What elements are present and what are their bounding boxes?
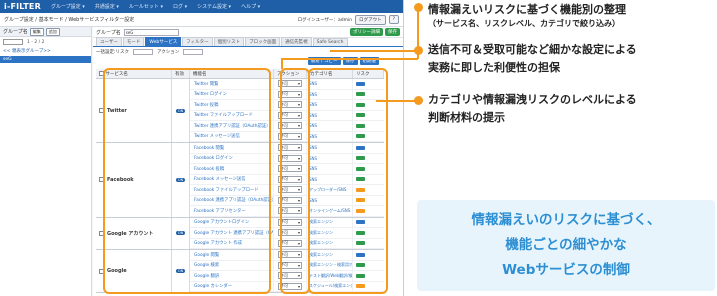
- sidebar-item-seg[interactable]: seG: [0, 56, 91, 63]
- product-logo: i-FILTER: [4, 2, 41, 11]
- annotation-2-line1: 送信不可＆受取可能など細かな設定による: [428, 43, 637, 56]
- menu-group-settings[interactable]: グループ設定 ▾: [51, 3, 85, 10]
- settings-tabs: ユーザー モード Webサービス フィルター 個別リスト ブロック画面 通信先監…: [93, 37, 403, 47]
- annotation-2: 送信不可＆受取可能など細かな設定による 実務に即した利便性の担保: [428, 41, 637, 77]
- annotation-1-subtitle: （サービス名、リスクレベル、カテゴリで絞り込み）: [428, 19, 620, 28]
- bulk-filter-row: 一括設定:リスク アクション: [93, 47, 403, 57]
- help-button[interactable]: ?: [388, 15, 399, 24]
- save-button[interactable]: 保存: [385, 28, 400, 36]
- sidebar-page-select[interactable]: [3, 39, 23, 45]
- sidebar-pager-row: 1 - 2 / 2: [0, 37, 91, 47]
- tab-block-screen[interactable]: ブロック画面: [245, 37, 281, 46]
- tab-destination-monitor[interactable]: 通信先監視: [281, 37, 312, 46]
- menu-system-settings[interactable]: システム設定 ▾: [197, 3, 231, 10]
- tab-web-service[interactable]: Webサービス: [145, 37, 182, 46]
- breadcrumb: グループ設定 / 基本モード / Webサービスフィルター設定: [4, 17, 135, 23]
- bulk-action-label: アクション: [157, 50, 180, 55]
- annotation-marker-1: [414, 3, 423, 12]
- sidebar-add-button[interactable]: 追加: [45, 27, 60, 36]
- sidebar-header: グループ名 編集 追加: [0, 27, 91, 37]
- leader-line-3: [376, 100, 417, 102]
- leader-line-2: [330, 50, 417, 52]
- bulk-risk-select[interactable]: [133, 49, 154, 55]
- login-user-label: ログインユーザー：admin: [297, 17, 353, 23]
- sidebar-edit-button[interactable]: 編集: [29, 27, 44, 36]
- top-navigation-bar: i-FILTER グループ設定 ▾ 共通設定 ▾ ルールセット ▾ ログ ▾ シ…: [0, 0, 403, 13]
- logout-button[interactable]: ログアウト: [355, 14, 386, 25]
- annotation-marker-2: [414, 46, 423, 55]
- sidebar-pager: 1 - 2 / 2: [27, 39, 45, 45]
- summary-callout: 情報漏えいのリスクに基づく、 機能ごとの細やかな Webサービスの制御: [417, 200, 715, 291]
- group-sidebar: グループ名 編集 追加 1 - 2 / 2 << 親表示グループ>> seG: [0, 27, 92, 296]
- bulk-action-select[interactable]: [183, 49, 204, 55]
- callout-line3: Webサービスの制御: [502, 262, 630, 278]
- leader-line-1-horizontal: [281, 58, 418, 60]
- menu-ruleset[interactable]: ルールセット ▾: [129, 3, 163, 10]
- tab-individual-list[interactable]: 個別リスト: [213, 37, 245, 46]
- tab-safe-search[interactable]: Safe Search: [312, 38, 348, 46]
- breadcrumb-row: グループ設定 / 基本モード / Webサービスフィルター設定 ログインユーザー…: [0, 13, 403, 27]
- highlight-action-column: [280, 68, 310, 294]
- menu-help[interactable]: ヘルプ ▾: [241, 3, 260, 10]
- menu-log[interactable]: ログ ▾: [173, 3, 187, 10]
- login-box: ログインユーザー：admin ログアウト ?: [297, 14, 399, 25]
- policy-buttons: ポリシー詳細 保存: [350, 28, 400, 36]
- group-name-label: グループ名: [96, 29, 121, 36]
- annotation-1-title: 情報漏えいリスクに基づく機能別の整理: [428, 3, 626, 16]
- annotation-3: カテゴリや情報漏洩リスクのレベルによる 判断材料の提示: [428, 91, 637, 127]
- parent-group-link[interactable]: << 親表示グループ>>: [0, 47, 91, 55]
- annotation-2-line2: 実務に即した利便性の担保: [428, 61, 560, 74]
- callout-line1: 情報漏えいのリスクに基づく、: [471, 212, 661, 228]
- annotation-3-line2: 判断材料の提示: [428, 111, 505, 124]
- leader-line-1-vertical: [281, 59, 283, 69]
- policy-detail-button[interactable]: ポリシー詳細: [350, 28, 383, 36]
- tab-filter[interactable]: フィルター: [182, 37, 213, 46]
- annotation-marker-3: [414, 96, 423, 105]
- tab-mode[interactable]: モード: [122, 37, 145, 46]
- bulk-risk-label: 一括設定:リスク: [96, 50, 130, 55]
- highlight-service-function: [103, 68, 271, 294]
- sidebar-title: グループ名: [3, 29, 28, 35]
- annotation-3-line1: カテゴリや情報漏洩リスクのレベルによる: [428, 93, 637, 106]
- callout-line2: 機能ごとの細やかな: [505, 237, 627, 253]
- group-name-field[interactable]: seG: [123, 28, 179, 36]
- menu-common-settings[interactable]: 共通設定 ▾: [95, 3, 119, 10]
- tab-user[interactable]: ユーザー: [96, 37, 122, 46]
